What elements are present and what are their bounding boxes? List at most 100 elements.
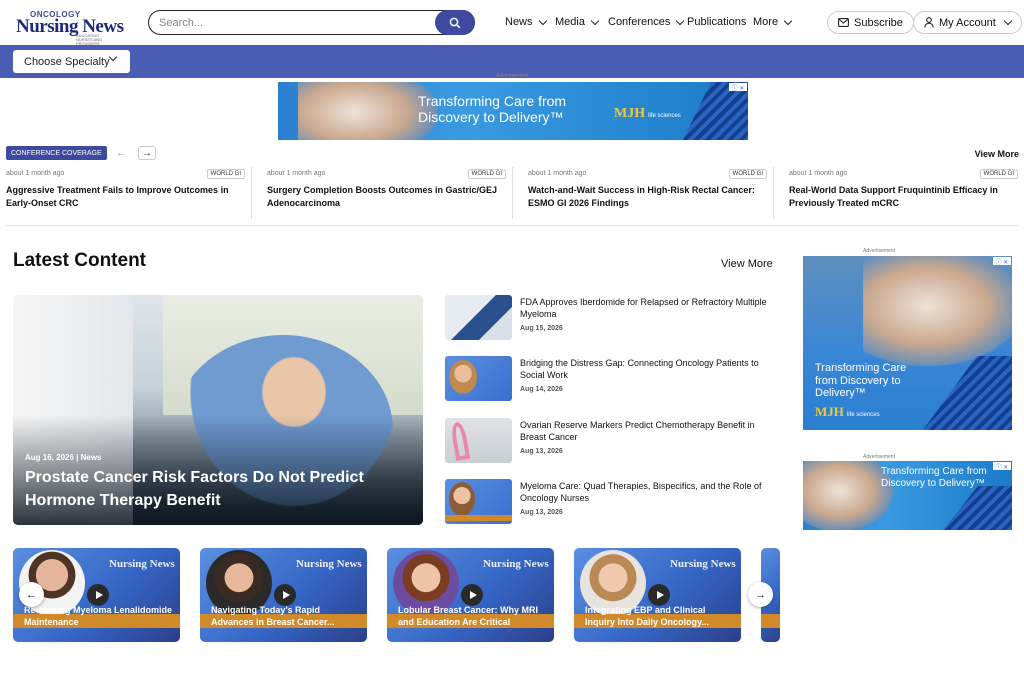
nav-publications[interactable]: Publications — [687, 16, 746, 28]
carousel-prev-button[interactable]: ← — [19, 582, 44, 607]
chevron-down-icon — [108, 52, 118, 62]
coverage-item[interactable]: about 1 month ago WORLD GI Real-World Da… — [789, 167, 1018, 219]
item-date: Aug 15, 2026 — [520, 325, 563, 332]
item-title: Ovarian Reserve Markers Predict Chemothe… — [520, 420, 755, 442]
ad-brand: MJH life sciences — [815, 404, 880, 419]
side-ad-large[interactable]: Transforming Care from Discovery to Delive… — [803, 256, 1012, 430]
ad-text: Transforming Care from Discovery to Deliv… — [881, 466, 987, 489]
item-title: Watch-and-Wait Success in High-Risk Rect… — [528, 185, 755, 208]
chevron-down-icon — [1003, 16, 1013, 26]
item-time: about 1 month ago — [6, 170, 65, 177]
ad-close-icon[interactable]: ⓘ ✕ — [729, 83, 747, 92]
card-brand: Nursing News — [483, 558, 549, 570]
arrow-left-icon: ← — [26, 588, 37, 601]
list-item[interactable]: Myeloma Care: Quad Therapies, Bispecific… — [445, 479, 780, 527]
video-title: Lobular Breast Cancer: Why MRI and Educa… — [398, 605, 539, 627]
arrow-right-icon: → — [755, 588, 766, 601]
coverage-item[interactable]: about 1 month ago WORLD GI Watch-and-Wai… — [528, 167, 775, 219]
video-title: Rethinking Myeloma Lenalidomide Maintena… — [24, 605, 173, 627]
subscribe-label: Subscribe — [854, 16, 903, 29]
play-icon[interactable] — [87, 584, 109, 606]
coverage-badge[interactable]: CONFERENCE COVERAGE — [6, 146, 107, 160]
ad-close-icon[interactable]: ⓘ ✕ — [993, 462, 1011, 471]
chevron-down-icon — [538, 16, 547, 25]
hero-article[interactable]: Aug 16, 2026 | News Prostate Cancer Risk… — [13, 295, 423, 525]
item-date: Aug 14, 2026 — [520, 386, 563, 393]
ad-close-icon[interactable]: ⓘ ✕ — [993, 257, 1011, 266]
ad-label: Advertisement — [863, 248, 895, 254]
ad-stripes — [943, 486, 1012, 530]
nav-conferences[interactable]: Conferences — [608, 16, 685, 28]
ad-image — [803, 461, 893, 530]
subscribe-button[interactable]: Subscribe — [827, 11, 914, 34]
article-thumbnail — [445, 295, 512, 340]
card-brand: Nursing News — [109, 558, 175, 570]
play-icon[interactable] — [648, 584, 670, 606]
specialty-label: Choose Specialty — [24, 55, 110, 68]
search-button[interactable] — [435, 10, 475, 35]
item-title: FDA Approves Iberdomide for Relapsed or … — [520, 297, 767, 319]
item-tag: WORLD GI — [979, 169, 1018, 179]
ad-stripes — [923, 356, 1012, 430]
search-icon — [449, 17, 461, 28]
coverage-prev-button[interactable]: ← — [112, 146, 130, 160]
account-label: My Account — [939, 16, 996, 29]
nav-media-label: Media — [555, 16, 585, 28]
carousel-next-button[interactable]: → — [748, 582, 773, 607]
coverage-view-more[interactable]: View More — [975, 149, 1019, 159]
ad-label: Advertisement — [863, 454, 895, 460]
list-item[interactable]: Bridging the Distress Gap: Connecting On… — [445, 356, 780, 404]
banner-ad-top[interactable]: Transforming Care from Discovery to Deliv… — [278, 82, 748, 140]
item-title: Aggressive Treatment Fails to Improve Ou… — [6, 185, 229, 208]
ad-label: Advertisement — [496, 73, 528, 79]
nav-more[interactable]: More — [753, 16, 793, 28]
hero-meta: Aug 16, 2026 | News — [25, 453, 102, 462]
ad-image — [863, 256, 1012, 366]
section-divider — [6, 225, 1018, 226]
video-title: Navigating Today’s Rapid Advances in Bre… — [211, 605, 335, 627]
coverage-next-button[interactable]: → — [138, 146, 156, 160]
chevron-down-icon — [783, 16, 793, 25]
coverage-item[interactable]: about 1 month ago WORLD GI Surgery Compl… — [267, 167, 514, 219]
divider — [512, 167, 513, 219]
video-card[interactable]: Nursing News Integrating EBP and Clinica… — [574, 548, 741, 642]
coverage-item[interactable]: about 1 month ago WORLD GI Aggressive Tr… — [6, 167, 253, 219]
ad-text: Transforming Care from Discovery to Delive… — [815, 362, 907, 400]
nav-news-label: News — [505, 16, 533, 28]
item-title: Bridging the Distress Gap: Connecting On… — [520, 358, 759, 380]
item-title: Myeloma Care: Quad Therapies, Bispecific… — [520, 481, 762, 503]
nav-conferences-label: Conferences — [608, 16, 671, 28]
specialty-dropdown[interactable]: Choose Specialty — [13, 50, 130, 73]
item-time: about 1 month ago — [789, 170, 848, 177]
divider — [251, 167, 252, 219]
card-brand: Nursing News — [296, 558, 362, 570]
latest-view-more[interactable]: View More — [721, 258, 773, 270]
search-input[interactable] — [159, 14, 429, 31]
nav-more-label: More — [753, 16, 779, 28]
list-item[interactable]: FDA Approves Iberdomide for Relapsed or … — [445, 295, 780, 343]
list-item[interactable]: Ovarian Reserve Markers Predict Chemothe… — [445, 418, 780, 466]
item-date: Aug 13, 2026 — [520, 509, 563, 516]
play-icon[interactable] — [461, 584, 483, 606]
chevron-down-icon — [590, 16, 600, 25]
ad-brand: MJH life sciences — [614, 106, 681, 121]
nav-news[interactable]: News — [505, 16, 547, 28]
divider — [773, 167, 774, 219]
account-button[interactable]: My Account — [913, 11, 1022, 34]
site-header: ONCOLOGY Nursing News EDUCATING NURSES A… — [0, 0, 1024, 46]
video-card[interactable]: Nursing News Lobular Breast Cancer: Why … — [387, 548, 554, 642]
video-card[interactable]: Nursing News Navigating Today’s Rapid Ad… — [200, 548, 367, 642]
site-logo[interactable]: ONCOLOGY Nursing News EDUCATING NURSES A… — [16, 10, 124, 46]
chevron-down-icon — [676, 16, 685, 25]
ad-text: Transforming Care from Discovery to Deliv… — [418, 93, 567, 126]
play-icon[interactable] — [274, 584, 296, 606]
nav-media[interactable]: Media — [555, 16, 600, 28]
item-title: Surgery Completion Boosts Outcomes in Ga… — [267, 185, 498, 208]
mail-icon — [838, 18, 849, 27]
side-ad-small[interactable]: Transforming Care from Discovery to Deliv… — [803, 461, 1012, 530]
nav-publications-label: Publications — [687, 16, 747, 28]
item-tag: WORLD GI — [728, 169, 767, 179]
card-band — [761, 614, 780, 628]
item-time: about 1 month ago — [267, 170, 326, 177]
search-box — [148, 10, 475, 35]
